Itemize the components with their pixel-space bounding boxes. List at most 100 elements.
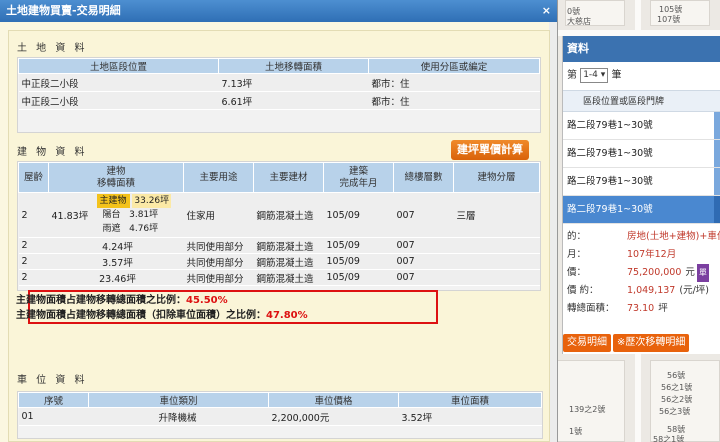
result-row[interactable]: 路二段79巷1~30號 (563, 168, 720, 196)
summary-unit: 坪 (658, 303, 668, 314)
unit-price-tag[interactable]: 單 (696, 264, 709, 282)
bld-sub-balcony: 陽台 3.81坪 (97, 208, 184, 222)
map-label: 1號 (569, 427, 583, 436)
parking-table: 序號 車位類別 車位價格 車位面積 01 升降機械 2,200,000元 3.5… (18, 392, 542, 426)
transaction-detail-button[interactable]: 交易明細 (563, 334, 611, 352)
result-row-address: 路二段79巷1~30號 (567, 148, 653, 159)
results-panel-title: 資料 (563, 36, 720, 62)
parking-type: 升降機械 (88, 407, 269, 426)
land-col-zoning: 使用分區或編定 (368, 58, 540, 74)
summary-value: 107年12月 (627, 249, 677, 260)
main-building-label: 主建物 (96, 194, 130, 208)
map-label: 58之1號 (653, 435, 685, 442)
map-label: 56之2號 (661, 395, 693, 404)
bld-col-material: 主要建材 (253, 162, 324, 193)
bld-col-age: 屋齡 (18, 162, 49, 193)
pager: 第 1-4 ▾ 筆 (563, 62, 720, 90)
table-row: 中正段二小段 7.13坪 都市：住 (18, 73, 540, 92)
table-row: 2 3.57坪 共同使用部分 鋼筋混凝土造 105/09 007 (18, 253, 540, 270)
bld-built: 105/09 (323, 192, 394, 238)
balcony-label: 陽台 (102, 210, 121, 220)
land-table-panel: 土地區段位置 土地移轉面積 使用分區或編定 中正段二小段 7.13坪 都市：住 … (17, 57, 541, 133)
summary-key: 轉總面積： (567, 303, 615, 314)
parking-col-price: 車位價格 (268, 392, 399, 408)
bld-area-cell: 41.83坪 主建物 33.26坪 陽台 3.81坪 雨遮 4.76坪 (48, 192, 184, 238)
result-row-selected[interactable]: 路二段79巷1~30號 (563, 196, 720, 224)
table-row: 01 升降機械 2,200,000元 3.52坪 (18, 407, 542, 426)
land-zoning: 都市：住 (368, 91, 540, 110)
dialog-titlebar: 土地建物買賣-交易明細 × (0, 0, 557, 22)
bld-age: 2 (18, 269, 49, 286)
row-marker (714, 140, 720, 167)
table-row: 2 23.46坪 共同使用部分 鋼筋混凝土造 105/09 007 (18, 269, 540, 286)
pager-prefix: 第 (567, 70, 577, 81)
land-zoning: 都市：住 (368, 73, 540, 92)
bld-built: 105/09 (323, 253, 394, 270)
summary-unit: (元/坪) (679, 285, 709, 296)
dialog-scrollbar[interactable] (549, 22, 557, 442)
bld-col-built-line2: 完成年月 (339, 177, 378, 189)
parking-price: 2,200,000元 (268, 407, 399, 426)
dialog-title: 土地建物買賣-交易明細 (6, 4, 121, 17)
result-row[interactable]: 路二段79巷1~30號 (563, 112, 720, 140)
ratio-2-value: 47.80% (266, 310, 308, 321)
ratio-2-label: 主建物面積占建物移轉總面積（扣除車位面積）之比例： (16, 310, 266, 321)
row-marker (714, 168, 720, 195)
results-column-header: 區段位置或區段門牌 (563, 90, 720, 112)
summary-key: 價： (567, 267, 587, 278)
table-row: 2 4.24坪 共同使用部分 鋼筋混凝土造 105/09 007 (18, 237, 540, 254)
map-label: 107號 (657, 15, 681, 24)
unit-price-calc-button[interactable]: 建坪單價計算 (451, 140, 529, 160)
summary-key: 月： (567, 249, 587, 260)
parking-col-area: 車位面積 (398, 392, 542, 408)
summary-value: 73.10 (627, 303, 655, 314)
land-col-location: 土地區段位置 (18, 58, 219, 74)
building-table: 屋齡 建物 移轉面積 主要用途 主要建材 建築 完成年月 總樓層數 建物分層 2 4… (18, 162, 540, 286)
bld-area: 4.24坪 (48, 237, 184, 254)
bld-age: 2 (18, 253, 49, 270)
parking-col-type: 車位類別 (88, 392, 269, 408)
map-label: 56之3號 (659, 407, 691, 416)
canopy-label: 雨遮 (102, 224, 121, 234)
bld-age: 2 (18, 237, 49, 254)
summary-value: 75,200,000 (627, 267, 682, 278)
map-label: 大慈店 (567, 17, 591, 26)
map-label: 56之1號 (661, 383, 693, 392)
bld-sub-canopy: 雨遮 4.76坪 (97, 222, 184, 236)
bld-material: 鋼筋混凝土造 (253, 269, 324, 286)
transfer-history-button[interactable]: ※歷次移轉明細 (613, 334, 690, 352)
bld-age: 2 (18, 192, 49, 238)
main-building-value: 33.26坪 (132, 194, 172, 208)
land-col-area: 土地移轉面積 (218, 58, 369, 74)
bld-col-floors: 總樓層數 (393, 162, 454, 193)
bld-col-built-line1: 建築 (348, 165, 368, 177)
bld-area: 3.57坪 (48, 253, 184, 270)
map-label: 56號 (667, 371, 686, 380)
parking-area: 3.52坪 (398, 407, 542, 426)
land-location: 中正段二小段 (18, 73, 219, 92)
result-row[interactable]: 路二段79巷1~30號 (563, 140, 720, 168)
bld-material: 鋼筋混凝土造 (253, 192, 324, 238)
bld-floors: 007 (393, 269, 454, 286)
balcony-value: 3.81坪 (129, 210, 159, 220)
row-marker (714, 196, 720, 223)
bld-floors: 007 (393, 253, 454, 270)
bld-level (453, 253, 540, 270)
ratio-line-1: 主建物面積占建物移轉總面積之比例：45.50% (16, 293, 436, 308)
ratio-line-2: 主建物面積占建物移轉總面積（扣除車位面積）之比例：47.80% (16, 308, 436, 323)
bld-material: 鋼筋混凝土造 (253, 237, 324, 254)
bld-floors: 007 (393, 237, 454, 254)
bld-built: 105/09 (323, 269, 394, 286)
pager-select[interactable]: 1-4 ▾ (580, 67, 609, 83)
land-table: 土地區段位置 土地移轉面積 使用分區或編定 中正段二小段 7.13坪 都市：住 … (18, 58, 540, 110)
bld-sub-main: 主建物 33.26坪 (96, 194, 184, 208)
land-location: 中正段二小段 (18, 91, 219, 110)
bld-col-level: 建物分層 (453, 162, 540, 193)
area-ratio-box: 主建物面積占建物移轉總面積之比例：45.50% 主建物面積占建物移轉總面積（扣除… (16, 290, 438, 324)
land-section-title: 土 地 資 料 (17, 43, 88, 54)
bld-area: 23.46坪 (48, 269, 184, 286)
land-area: 6.61坪 (218, 91, 369, 110)
ratio-1-value: 45.50% (186, 295, 228, 306)
table-row: 中正段二小段 6.61坪 都市：住 (18, 91, 540, 110)
close-icon[interactable]: × (542, 0, 551, 22)
